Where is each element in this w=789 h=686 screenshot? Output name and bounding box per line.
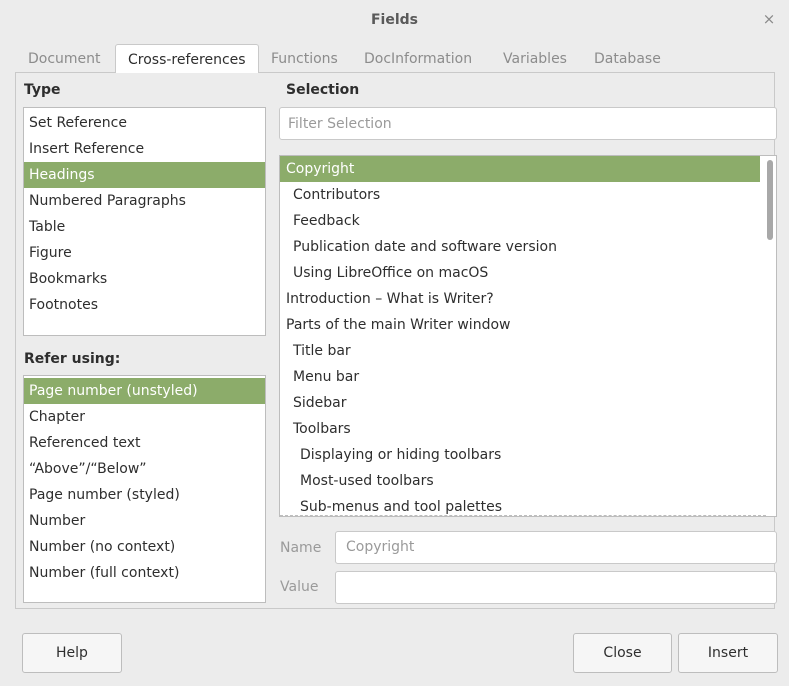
selection-item[interactable]: Feedback (280, 208, 760, 234)
refer-item-above-below[interactable]: “Above”/“Below” (24, 456, 265, 482)
selection-list[interactable]: Copyright Contributors Feedback Publicat… (279, 155, 777, 517)
name-label: Name (280, 540, 322, 556)
title-bar: Fields × (0, 0, 789, 40)
selection-item[interactable]: Displaying or hiding toolbars (280, 442, 760, 468)
type-item-bookmarks[interactable]: Bookmarks (24, 266, 265, 292)
insert-button[interactable]: Insert (678, 633, 778, 673)
selection-item[interactable]: Parts of the main Writer window (280, 312, 760, 338)
type-item-numbered-paragraphs[interactable]: Numbered Paragraphs (24, 188, 265, 214)
dialog-title: Fields (370, 12, 418, 28)
tab-document[interactable]: Document (16, 44, 113, 72)
close-button[interactable]: Close (573, 633, 672, 673)
refer-item-page-number-unstyled[interactable]: Page number (unstyled) (24, 378, 265, 404)
type-item-figure[interactable]: Figure (24, 240, 265, 266)
refer-using-label: Refer using: (24, 351, 121, 367)
refer-item-page-number-styled[interactable]: Page number (styled) (24, 482, 265, 508)
refer-item-number-no-context[interactable]: Number (no context) (24, 534, 265, 560)
selection-item[interactable]: Title bar (280, 338, 760, 364)
list-drop-indicator (280, 515, 766, 516)
close-icon[interactable]: × (759, 9, 779, 29)
type-item-footnotes[interactable]: Footnotes (24, 292, 265, 318)
tab-variables[interactable]: Variables (491, 44, 579, 72)
refer-item-number-full-context[interactable]: Number (full context) (24, 560, 265, 586)
refer-item-number[interactable]: Number (24, 508, 265, 534)
selection-label: Selection (286, 82, 360, 98)
selection-item[interactable]: Toolbars (280, 416, 760, 442)
type-item-headings[interactable]: Headings (24, 162, 265, 188)
value-label: Value (280, 579, 319, 595)
help-button[interactable]: Help (22, 633, 122, 673)
type-item-insert-reference[interactable]: Insert Reference (24, 136, 265, 162)
scrollbar-thumb[interactable] (767, 160, 773, 240)
value-field[interactable] (335, 571, 777, 604)
selection-item[interactable]: Contributors (280, 182, 760, 208)
selection-item[interactable]: Most-used toolbars (280, 468, 760, 494)
selection-item[interactable]: Using LibreOffice on macOS (280, 260, 760, 286)
filter-selection-input[interactable] (279, 107, 777, 140)
tab-cross-references[interactable]: Cross-references (115, 44, 259, 73)
refer-item-referenced-text[interactable]: Referenced text (24, 430, 265, 456)
selection-item[interactable]: Publication date and software version (280, 234, 760, 260)
selection-item[interactable]: Sub-menus and tool palettes (280, 494, 760, 516)
type-item-set-reference[interactable]: Set Reference (24, 110, 265, 136)
type-label: Type (24, 82, 61, 98)
type-item-table[interactable]: Table (24, 214, 265, 240)
refer-item-chapter[interactable]: Chapter (24, 404, 265, 430)
selection-item[interactable]: Sidebar (280, 390, 760, 416)
selection-item[interactable]: Copyright (280, 156, 760, 182)
selection-scrollbar[interactable] (767, 160, 773, 514)
refer-using-list[interactable]: Page number (unstyled) Chapter Reference… (23, 375, 266, 603)
tab-database[interactable]: Database (582, 44, 673, 72)
selection-item[interactable]: Menu bar (280, 364, 760, 390)
tab-docinformation[interactable]: DocInformation (352, 44, 484, 72)
tab-bar: Document Cross-references Functions DocI… (16, 44, 776, 73)
type-list[interactable]: Set Reference Insert Reference Headings … (23, 107, 266, 336)
name-field[interactable]: Copyright (335, 531, 777, 564)
tab-functions[interactable]: Functions (259, 44, 350, 72)
selection-item[interactable]: Introduction – What is Writer? (280, 286, 760, 312)
